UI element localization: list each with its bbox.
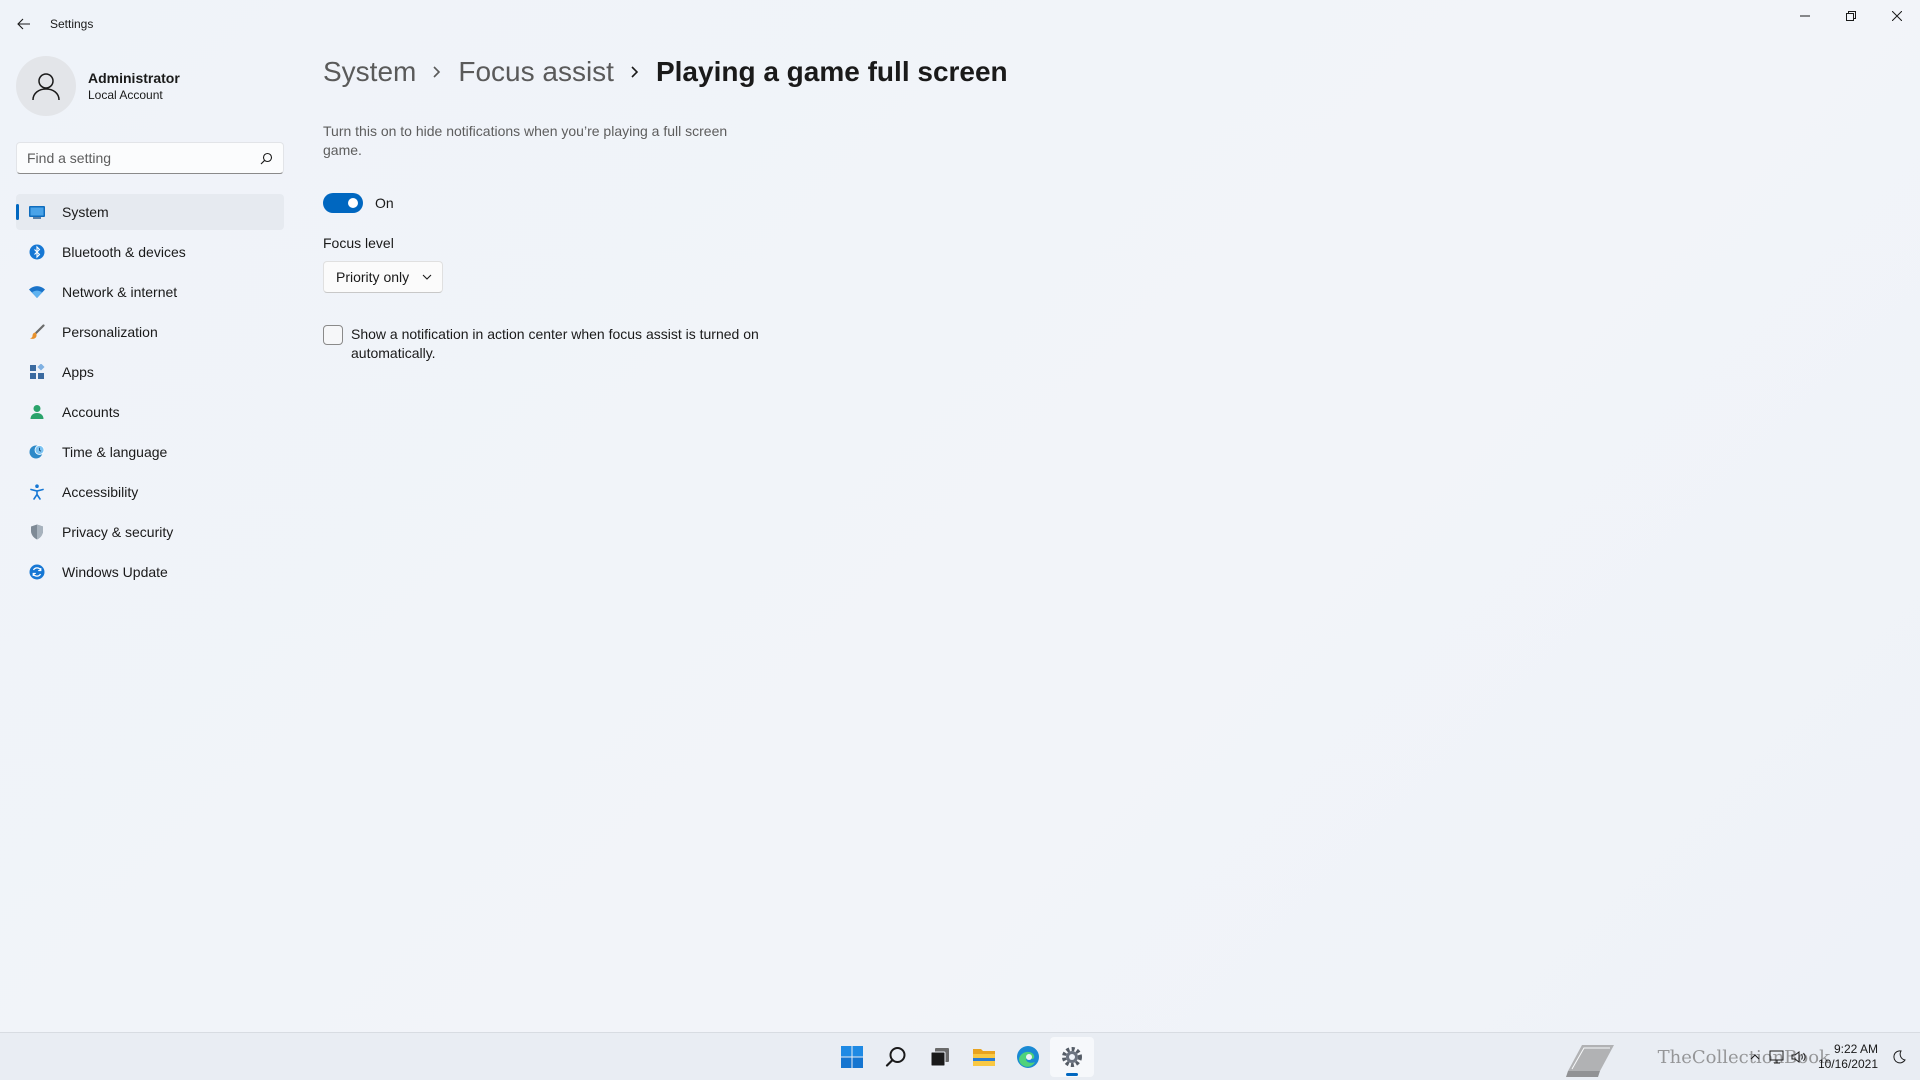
toggle-state-label: On <box>375 195 394 211</box>
restore-button[interactable] <box>1828 0 1874 32</box>
sidebar-item-time-language[interactable]: Time & language <box>16 434 284 470</box>
app-title: Settings <box>50 17 94 31</box>
accessibility-icon <box>28 483 46 501</box>
sidebar-item-label: Network & internet <box>62 284 178 300</box>
fullscreen-game-toggle[interactable] <box>323 193 363 213</box>
profile-name: Administrator <box>88 70 180 86</box>
window-controls <box>1782 0 1920 32</box>
clock-time: 9:22 AM <box>1833 1042 1878 1056</box>
search-icon <box>260 152 273 164</box>
page-description: Turn this on to hide notifications when … <box>323 123 728 158</box>
settings-window: Settings Administrator Local Account Fin… <box>0 0 1920 1032</box>
brush-icon <box>28 323 46 341</box>
sidebar-item-label: Privacy & security <box>62 524 174 540</box>
close-icon <box>1892 11 1902 21</box>
close-button[interactable] <box>1874 0 1920 32</box>
sidebar-item-label: Personalization <box>62 324 158 340</box>
profile-text: Administrator Local Account <box>88 70 180 102</box>
sidebar-item-label: Accounts <box>62 404 120 420</box>
sidebar-item-label: Apps <box>62 364 94 380</box>
system-tray: 9:22 AM 10/16/2021 <box>1744 1033 1910 1080</box>
sidebar-item-label: Time & language <box>62 444 168 460</box>
focus-level-dropdown[interactable]: Priority only <box>323 261 443 293</box>
breadcrumb: System Focus assist Playing a game full … <box>323 56 1008 88</box>
task-view-button[interactable] <box>918 1037 962 1077</box>
file-explorer-button[interactable] <box>962 1037 1006 1077</box>
person-icon <box>28 403 46 421</box>
sidebar-item-label: Windows Update <box>62 564 168 580</box>
moon-icon <box>1893 1050 1906 1064</box>
sidebar-item-bluetooth[interactable]: Bluetooth & devices <box>16 234 284 270</box>
sidebar-item-system[interactable]: System <box>16 194 284 230</box>
volume-tray-button[interactable] <box>1788 1046 1810 1068</box>
task-view-icon <box>930 1048 949 1067</box>
user-profile[interactable]: Administrator Local Account <box>16 56 180 116</box>
focus-level-value: Priority only <box>336 269 410 285</box>
minimize-button[interactable] <box>1782 0 1828 32</box>
edge-button[interactable] <box>1006 1037 1050 1077</box>
back-arrow-icon <box>17 18 30 30</box>
chevron-up-icon <box>1750 1054 1760 1060</box>
breadcrumb-system[interactable]: System <box>323 56 416 88</box>
search-input[interactable] <box>27 150 260 166</box>
notification-checkbox-row: Show a notification in action center whe… <box>323 325 781 363</box>
minimize-icon <box>1800 15 1810 17</box>
update-icon <box>28 563 46 581</box>
notification-checkbox[interactable] <box>323 325 343 345</box>
avatar <box>16 56 76 116</box>
restore-icon <box>1846 11 1856 21</box>
file-explorer-icon <box>973 1049 995 1066</box>
chevron-down-icon <box>422 274 432 280</box>
search-icon <box>885 1047 906 1067</box>
title-bar: Settings <box>0 0 1920 48</box>
globe-clock-icon <box>28 443 46 461</box>
network-monitor-icon <box>1769 1050 1784 1064</box>
page-title: Playing a game full screen <box>655 56 1008 87</box>
wifi-icon <box>28 283 46 301</box>
taskbar-search-button[interactable] <box>874 1037 918 1077</box>
settings-taskbar-button[interactable] <box>1050 1037 1094 1077</box>
search-box[interactable] <box>16 142 284 174</box>
chevron-right-icon <box>432 65 442 79</box>
sidebar-item-personalization[interactable]: Personalization <box>16 314 284 350</box>
focus-level-label: Focus level <box>323 235 394 251</box>
shield-icon <box>28 523 46 541</box>
notification-checkbox-label[interactable]: Show a notification in action center whe… <box>351 325 781 363</box>
sidebar-item-apps[interactable]: Apps <box>16 354 284 390</box>
apps-icon <box>28 363 46 381</box>
start-button[interactable] <box>830 1037 874 1077</box>
book-watermark-icon <box>1566 1045 1614 1077</box>
settings-icon <box>1062 1047 1082 1067</box>
user-avatar-icon <box>32 73 60 101</box>
notification-center-button[interactable] <box>1888 1046 1910 1068</box>
taskbar-clock[interactable]: 9:22 AM 10/16/2021 <box>1818 1042 1878 1072</box>
sidebar-item-label: Accessibility <box>62 484 139 500</box>
sidebar-item-accounts[interactable]: Accounts <box>16 394 284 430</box>
sidebar-item-network[interactable]: Network & internet <box>16 274 284 310</box>
bluetooth-icon <box>28 243 46 261</box>
profile-account-type: Local Account <box>88 88 163 102</box>
system-icon <box>28 203 46 221</box>
volume-icon <box>1791 1051 1806 1063</box>
sidebar-item-accessibility[interactable]: Accessibility <box>16 474 284 510</box>
sidebar-item-label: Bluetooth & devices <box>62 244 186 260</box>
sidebar-item-windows-update[interactable]: Windows Update <box>16 554 284 590</box>
toggle-knob <box>348 198 358 208</box>
start-icon <box>841 1046 863 1068</box>
sidebar-nav: System Bluetooth & devices Network & int… <box>16 194 284 594</box>
toggle-row: On <box>323 193 394 213</box>
sidebar-item-label: System <box>62 204 109 220</box>
clock-date: 10/16/2021 <box>1817 1057 1878 1071</box>
breadcrumb-focus-assist[interactable]: Focus assist <box>458 56 614 88</box>
sidebar-item-privacy-security[interactable]: Privacy & security <box>16 514 284 550</box>
network-tray-button[interactable] <box>1766 1046 1788 1068</box>
taskbar-apps <box>830 1033 1094 1080</box>
taskbar: TheCollectionBook 9:22 AM 10/16/2021 <box>0 1032 1920 1080</box>
back-button[interactable] <box>12 12 36 36</box>
edge-icon <box>1017 1046 1039 1068</box>
chevron-right-icon <box>630 65 640 79</box>
show-hidden-icons-button[interactable] <box>1744 1046 1766 1068</box>
